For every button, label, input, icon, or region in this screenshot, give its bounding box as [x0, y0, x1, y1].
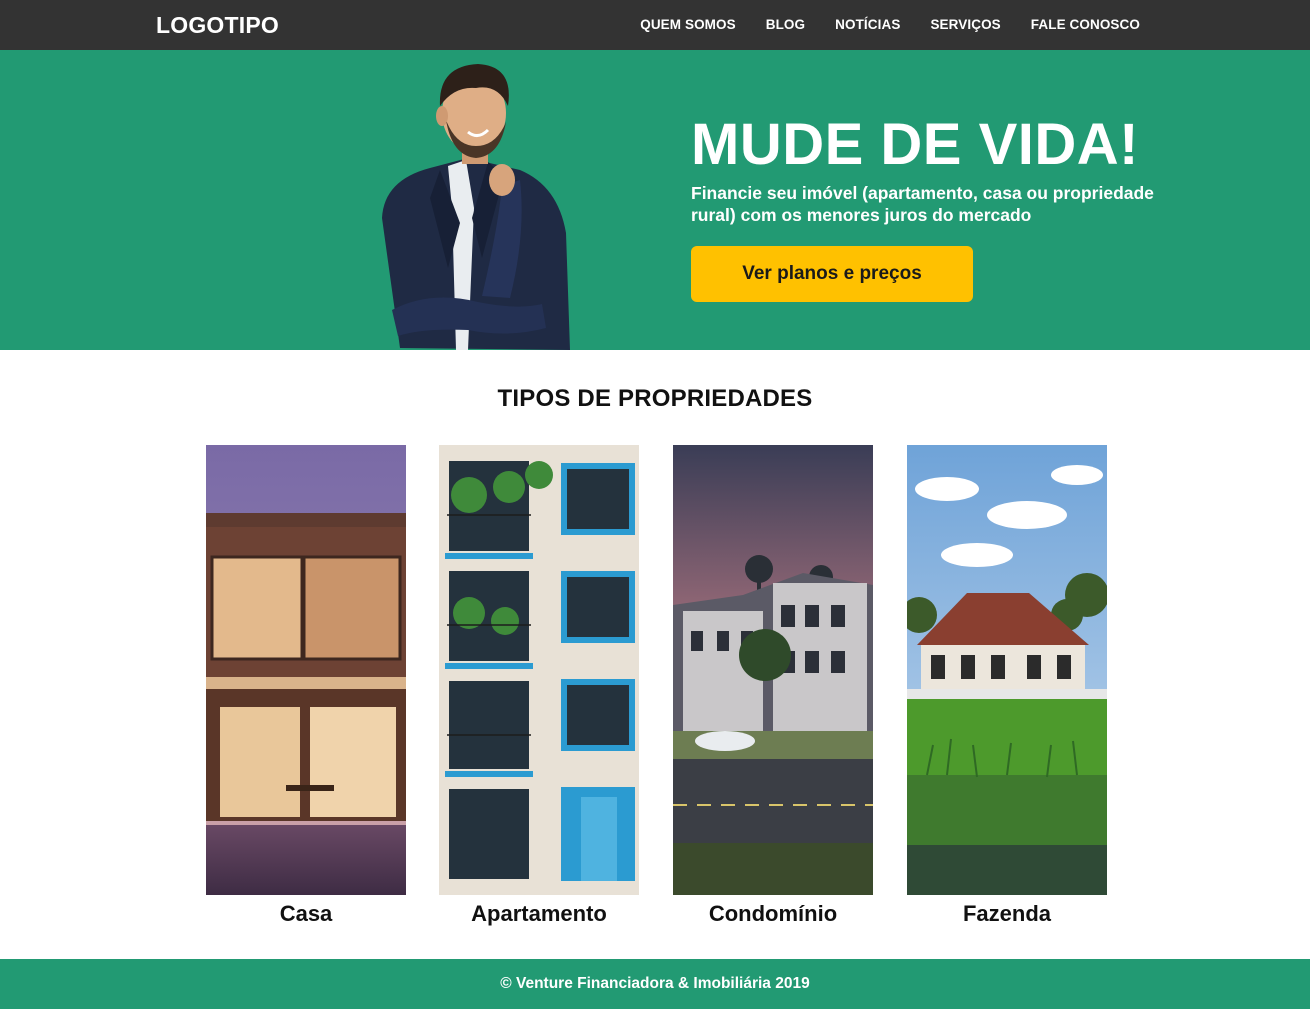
section-title: TIPOS DE PROPRIEDADES: [497, 385, 813, 412]
view-plans-button[interactable]: Ver planos e preços: [691, 246, 973, 302]
house-image: [206, 445, 406, 895]
apartment-image: [439, 445, 639, 895]
card-label-condominio: Condomínio: [708, 901, 838, 926]
property-card-apartamento[interactable]: Apartamento: [439, 445, 639, 935]
nav-item-noticias[interactable]: NOTÍCIAS: [835, 17, 900, 32]
farm-image: [907, 445, 1107, 895]
hero-man-image: [382, 64, 570, 350]
nav-item-servicos[interactable]: SERVIÇOS: [930, 17, 1000, 32]
nav-item-blog[interactable]: BLOG: [766, 17, 805, 32]
top-navbar: LOGOTIPO QUEM SOMOS BLOG NOTÍCIAS SERVIÇ…: [0, 0, 1310, 50]
hero-title: MUDE DE VIDA!: [691, 112, 1139, 177]
property-card-casa[interactable]: Casa: [206, 445, 406, 935]
nav-item-quem-somos[interactable]: QUEM SOMOS: [640, 17, 736, 32]
hero-banner: MUDE DE VIDA! Financie seu imóvel (apart…: [0, 50, 1310, 350]
logo[interactable]: LOGOTIPO: [156, 12, 279, 39]
card-label-apartamento: Apartamento: [471, 901, 607, 926]
page-footer: © Venture Financiadora & Imobiliária 201…: [0, 959, 1310, 1009]
hero-subtitle: Financie seu imóvel (apartamento, casa o…: [691, 183, 1154, 225]
property-card-condominio[interactable]: Condomínio: [673, 445, 873, 935]
condominium-image: [673, 445, 873, 895]
card-label-casa: Casa: [279, 901, 333, 926]
card-label-fazenda: Fazenda: [962, 901, 1052, 926]
main-nav: QUEM SOMOS BLOG NOTÍCIAS SERVIÇOS FALE C…: [640, 0, 1140, 50]
footer-copyright: © Venture Financiadora & Imobiliária 201…: [500, 975, 810, 992]
nav-item-fale-conosco[interactable]: FALE CONOSCO: [1031, 17, 1140, 32]
property-card-fazenda[interactable]: Fazenda: [907, 445, 1107, 935]
